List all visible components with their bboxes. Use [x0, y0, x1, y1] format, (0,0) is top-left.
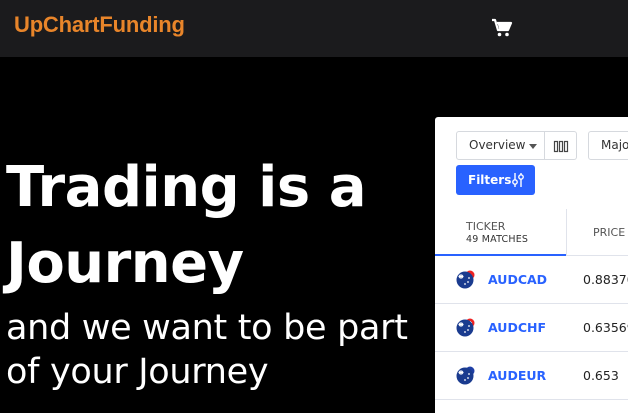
brand-logo[interactable]: UpChartFunding — [14, 12, 185, 38]
filters-label: Filters — [468, 173, 512, 187]
view-select[interactable]: Overview — [456, 131, 545, 160]
ticker-price: 0.63569 — [583, 320, 628, 335]
ticker-column-header[interactable]: TICKER 49 MATCHES — [435, 209, 566, 256]
sliders-icon — [512, 173, 524, 187]
matches-count: 49 MATCHES — [466, 234, 529, 245]
table-row[interactable]: AUDCAD 0.88370 — [435, 256, 628, 304]
cart-icon[interactable] — [490, 16, 514, 40]
hero-title: Trading is a Journey — [6, 150, 367, 302]
view-select-value: Overview — [469, 138, 526, 152]
hero-subtitle: and we want to be part of your Journey — [6, 306, 408, 394]
market-select[interactable]: Majo — [588, 131, 628, 160]
columns-icon — [553, 140, 569, 153]
price-header-label: PRICE — [593, 226, 626, 239]
screener-widget: Overview Majo Filters TICKER 49 MATCHES … — [435, 117, 628, 413]
aud-eur-flag-icon — [456, 366, 475, 385]
table-row[interactable]: AUDCHF 0.63569 — [435, 304, 628, 352]
aud-chf-flag-icon — [456, 318, 475, 337]
ticker-symbol[interactable]: AUDCHF — [488, 320, 546, 335]
filters-button[interactable]: Filters — [456, 165, 535, 195]
hero-title-line: Journey — [6, 231, 244, 296]
ticker-header-label: TICKER — [466, 220, 506, 233]
ticker-price: 0.653 — [583, 368, 619, 383]
hero-subtitle-line: of your Journey — [6, 352, 269, 392]
aud-cad-flag-icon — [456, 270, 475, 289]
price-column-header[interactable]: PRICE — [566, 209, 628, 256]
chevron-down-icon — [529, 144, 537, 149]
hero-subtitle-line: and we want to be part — [6, 308, 408, 348]
table-row[interactable]: AUDEUR 0.653 — [435, 352, 628, 400]
top-navbar: UpChartFunding — [0, 0, 628, 57]
columns-button[interactable] — [545, 131, 577, 160]
ticker-symbol[interactable]: AUDCAD — [488, 272, 547, 287]
ticker-symbol[interactable]: AUDEUR — [488, 368, 546, 383]
market-select-value: Majo — [601, 138, 628, 152]
hero-title-line: Trading is a — [6, 155, 367, 220]
ticker-price: 0.88370 — [583, 272, 628, 287]
